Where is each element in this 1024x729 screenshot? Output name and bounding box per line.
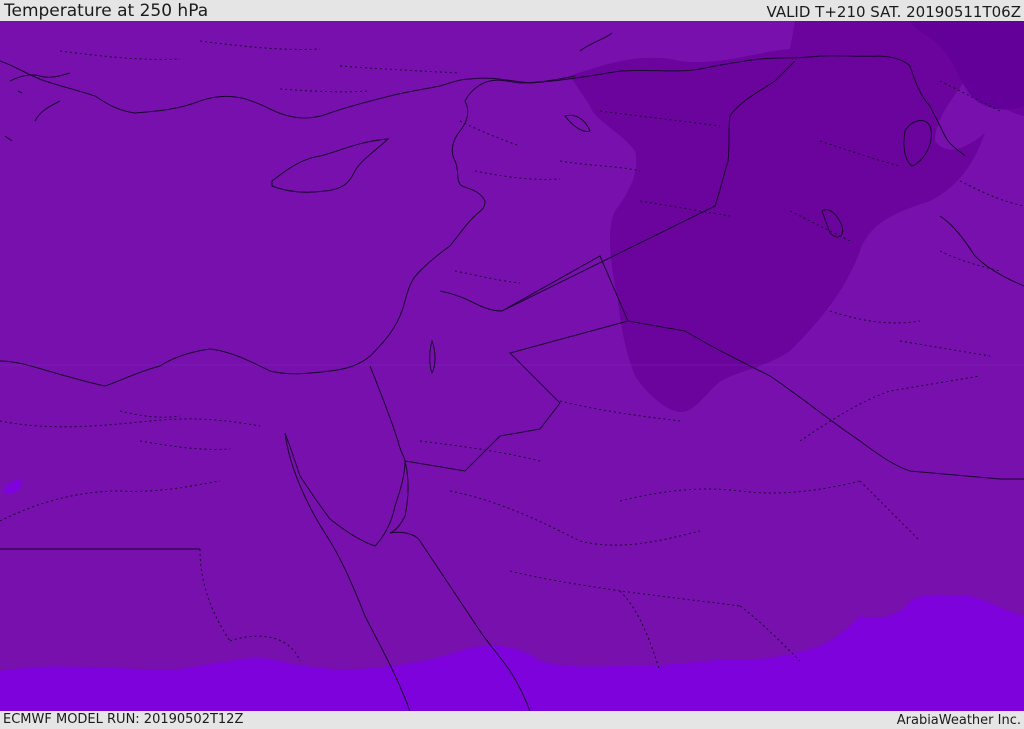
temperature-map (0, 21, 1024, 711)
map-title: Temperature at 250 hPa (4, 1, 209, 21)
map-canvas (0, 21, 1024, 711)
header-bar: Temperature at 250 hPa VALID T+210 SAT. … (0, 0, 1024, 21)
footer-bar: ECMWF MODEL RUN: 20190502T12Z ArabiaWeat… (0, 711, 1024, 729)
credit-label: ArabiaWeather Inc. (896, 713, 1021, 728)
valid-time-label: VALID T+210 SAT. 20190511T06Z (766, 3, 1021, 21)
model-run-label: ECMWF MODEL RUN: 20190502T12Z (3, 712, 244, 727)
